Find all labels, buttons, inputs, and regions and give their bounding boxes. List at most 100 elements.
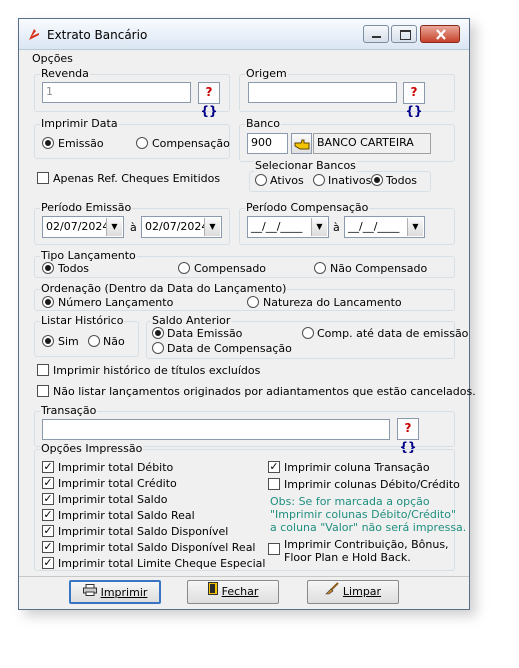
total-credito-label: Imprimir total Crédito (58, 477, 177, 490)
close-button[interactable] (420, 25, 460, 43)
apenas-ref-checkbox[interactable] (37, 172, 49, 184)
compensacao-to-value: __/__/____ (348, 220, 400, 233)
compensacao-from-date[interactable]: __/__/____ ▼ (247, 216, 329, 238)
todos-bancos-label: Todos (386, 174, 418, 187)
help-icon: ? (205, 85, 213, 99)
maximize-icon (400, 30, 411, 40)
revenda-search-button[interactable]: ? {} (198, 82, 220, 118)
total-limite-cheque-label: Imprimir total Limite Cheque Especial (58, 557, 266, 570)
banco-search-button[interactable] (291, 133, 312, 154)
compensacao-to-date[interactable]: __/__/____ ▼ (344, 216, 425, 238)
emissao-from-value: 02/07/2024 (46, 220, 110, 233)
emissao-sep: à (130, 221, 137, 234)
ativos-label: Ativos (270, 174, 304, 187)
total-debito-checkbox[interactable]: ✓ (42, 461, 54, 473)
nao-listar-checkbox[interactable] (37, 385, 49, 397)
chevron-down-icon: ▼ (311, 218, 327, 236)
contribuicao-line-1: Imprimir Contribuição, Bônus, (284, 538, 449, 551)
total-saldo-disponivel-real-label: Imprimir total Saldo Disponível Real (58, 541, 256, 554)
origem-title: Origem (245, 67, 288, 80)
radio-ativos[interactable] (255, 174, 267, 186)
imprimir-historico-label: Imprimir histórico de títulos excluídos (53, 364, 261, 377)
contribuicao-label: Imprimir Contribuição, Bônus, Floor Plan… (284, 538, 449, 564)
nao-compensado-label: Não Compensado (330, 262, 428, 275)
fechar-label: Fechar (221, 585, 259, 598)
total-saldo-checkbox[interactable]: ✓ (42, 493, 54, 505)
coluna-transacao-label: Imprimir coluna Transação (284, 461, 430, 474)
total-limite-cheque-checkbox[interactable]: ✓ (42, 557, 54, 569)
radio-inativos[interactable] (313, 174, 325, 186)
imprimir-label: Imprimir (100, 586, 148, 599)
transacao-search-button[interactable]: ?{} (397, 418, 419, 454)
opcoes-label: Opções (32, 52, 73, 65)
radio-natureza-lancamento[interactable] (247, 296, 259, 308)
opcoes-impressao-title: Opções Impressão (40, 442, 144, 455)
chevron-down-icon: ▼ (106, 218, 122, 236)
coluna-transacao-checkbox[interactable]: ✓ (268, 461, 280, 473)
numero-lancamento-label: Número Lançamento (58, 296, 174, 309)
revenda-input[interactable]: 1 (42, 82, 191, 103)
maximize-button[interactable] (391, 25, 417, 43)
total-saldo-real-label: Imprimir total Saldo Real (58, 509, 195, 522)
origem-input[interactable] (248, 82, 397, 103)
help-icon: ? (410, 85, 418, 99)
window-title: Extrato Bancário (47, 28, 148, 42)
imprimir-button[interactable]: Imprimir (69, 580, 161, 604)
total-saldo-real-checkbox[interactable]: ✓ (42, 509, 54, 521)
radio-historico-nao[interactable] (88, 335, 100, 347)
radio-comp-ate-data[interactable] (302, 327, 314, 339)
pointing-hand-icon (294, 139, 309, 150)
obs-line-2: "Imprimir colunas Débito/Crédito" (270, 508, 457, 521)
comp-ate-data-label: Comp. até data de emissão (317, 327, 469, 340)
saldo-anterior-title: Saldo Anterior (151, 314, 232, 327)
total-saldo-disponivel-checkbox[interactable]: ✓ (42, 525, 54, 537)
nao-listar-label: Não listar lançamentos originados por ad… (53, 385, 476, 398)
colunas-debito-credito-checkbox[interactable] (268, 478, 280, 490)
obs-line-3: a coluna "Valor" não será impressa. (270, 521, 467, 534)
radio-data-emissao[interactable] (152, 327, 164, 339)
emissao-to-date[interactable]: 02/07/2024 ▼ (141, 216, 222, 238)
radio-compensacao[interactable] (136, 137, 148, 149)
periodo-emissao-title: Período Emissão (40, 201, 133, 214)
emissao-from-date[interactable]: 02/07/2024 ▼ (42, 216, 124, 238)
emissao-label: Emissão (58, 137, 104, 150)
title-bar[interactable]: Extrato Bancário (19, 19, 469, 50)
selecionar-bancos-title: Selecionar Bancos (254, 159, 357, 172)
imprimir-data-title: Imprimir Data (40, 117, 119, 130)
total-credito-checkbox[interactable]: ✓ (42, 477, 54, 489)
transacao-input[interactable] (42, 419, 390, 440)
banco-code-input[interactable]: 900 (247, 133, 288, 154)
radio-nao-compensado[interactable] (314, 262, 326, 274)
limpar-button[interactable]: Limpar (307, 580, 399, 604)
data-emissao-label: Data Emissão (167, 327, 243, 340)
radio-todos-bancos[interactable] (371, 174, 383, 186)
tipo-todos-label: Todos (58, 262, 90, 275)
radio-numero-lancamento[interactable] (42, 296, 54, 308)
imprimir-historico-checkbox[interactable] (37, 364, 49, 376)
compensacao-from-value: __/__/____ (251, 220, 303, 233)
chevron-down-icon: ▼ (204, 218, 220, 236)
radio-compensado[interactable] (178, 262, 190, 274)
radio-historico-sim[interactable] (42, 335, 54, 347)
total-saldo-disponivel-real-checkbox[interactable]: ✓ (42, 541, 54, 553)
historico-sim-label: Sim (58, 335, 79, 348)
close-icon (436, 29, 446, 40)
braces-icon: {} (405, 104, 423, 118)
radio-emissao[interactable] (42, 137, 54, 149)
help-icon: ? (404, 421, 412, 435)
total-saldo-disponivel-label: Imprimir total Saldo Disponível (58, 525, 229, 538)
compensado-label: Compensado (194, 262, 267, 275)
contribuicao-checkbox[interactable] (268, 543, 280, 555)
fechar-button[interactable]: Fechar (187, 580, 279, 604)
minimize-icon (372, 36, 381, 38)
origem-search-button[interactable]: ? {} (403, 82, 425, 118)
obs-line-1: Obs: Se for marcada a opção (270, 495, 430, 508)
minimize-button[interactable] (363, 25, 389, 43)
inativos-label: Inativos (328, 174, 372, 187)
radio-tipo-todos[interactable] (42, 262, 54, 274)
radio-data-compensacao[interactable] (152, 342, 164, 354)
limpar-label: Limpar (342, 585, 382, 598)
extrato-bancario-window: Extrato Bancário Opções Revenda 1 ? {} Or… (18, 18, 476, 610)
ordenacao-title: Ordenação (Dentro da Data do Lançamento) (40, 282, 288, 295)
contribuicao-line-2: Floor Plan e Hold Back. (284, 551, 411, 564)
